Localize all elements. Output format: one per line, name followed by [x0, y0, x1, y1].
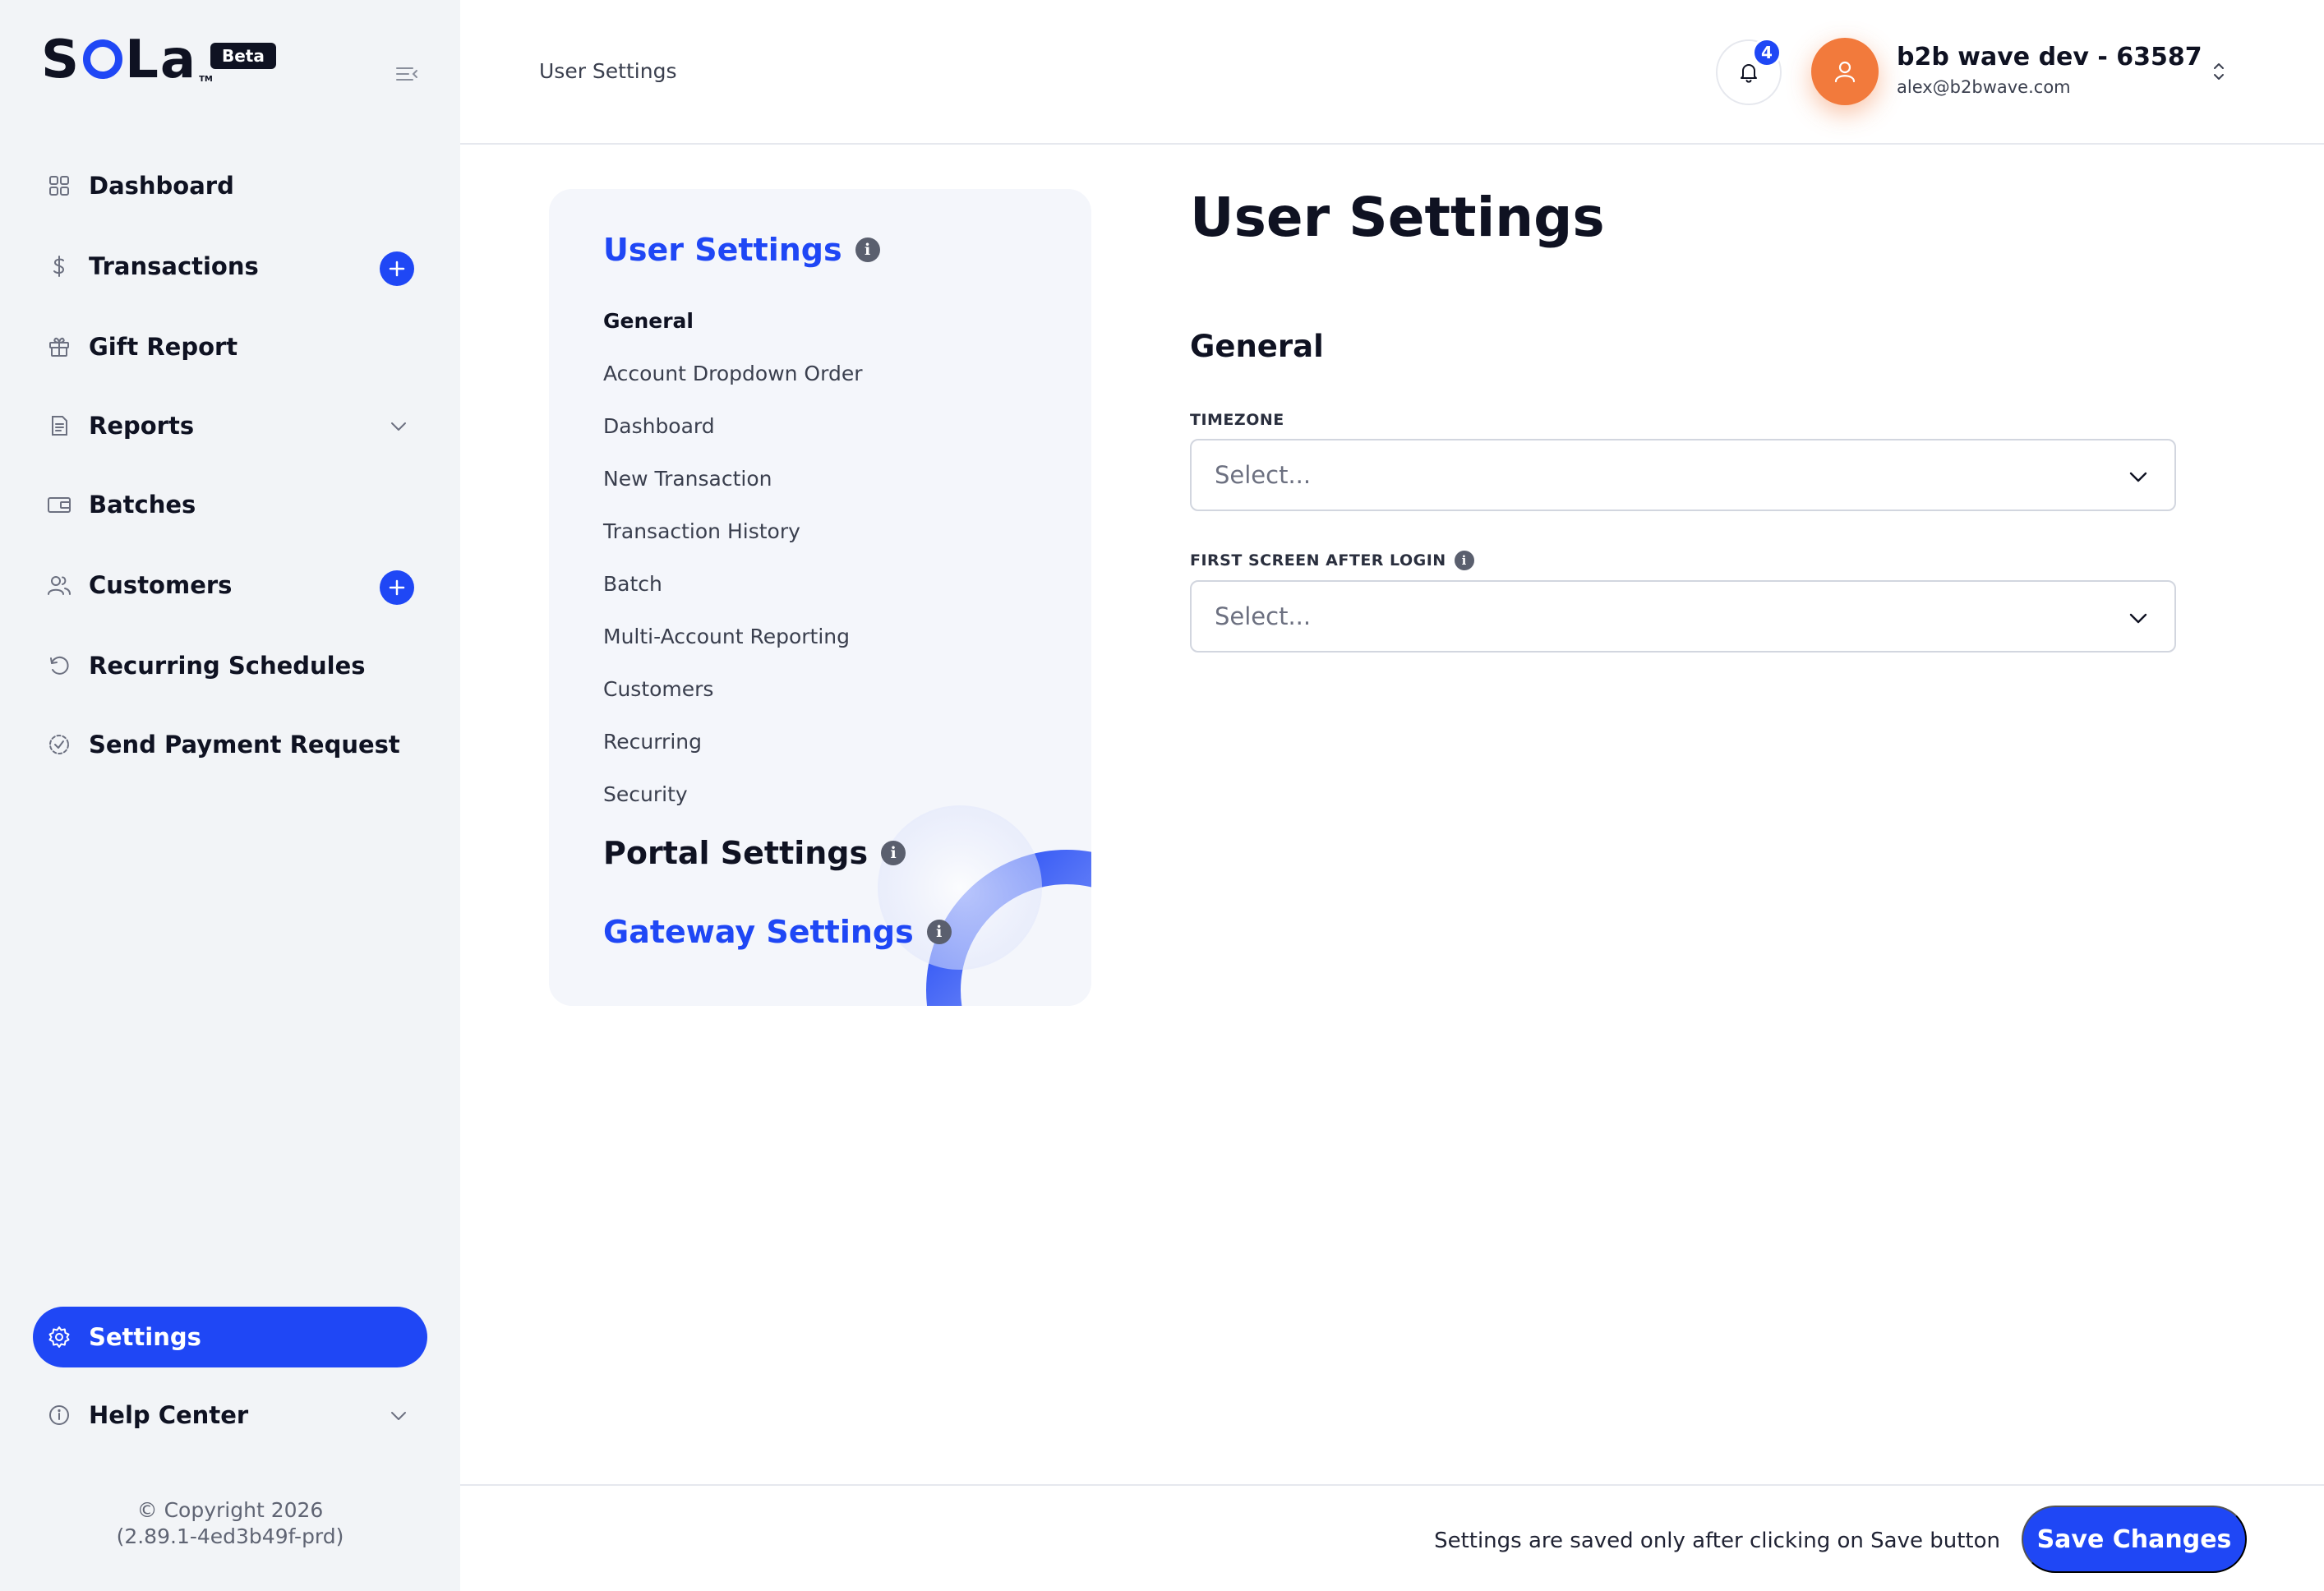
grid-icon [46, 173, 72, 199]
add-transaction-button[interactable] [380, 251, 414, 286]
plus-icon [389, 261, 405, 277]
subnav-item-account-dropdown-order[interactable]: Account Dropdown Order [603, 362, 862, 385]
add-customer-button[interactable] [380, 570, 414, 605]
subnav-item-new-transaction[interactable]: New Transaction [603, 467, 772, 491]
refresh-icon [46, 653, 72, 679]
section-title-label: Portal Settings [603, 835, 869, 871]
timezone-select[interactable]: Select... [1190, 439, 2176, 511]
sidebar-item-customers[interactable]: Customers [33, 556, 427, 615]
decorative-rings [878, 805, 1091, 1006]
account-email: alex@b2bwave.com [1897, 77, 2071, 97]
sidebar-item-help-center[interactable]: Help Center [33, 1386, 427, 1445]
sidebar-item-label: Dashboard [89, 172, 234, 200]
avatar[interactable] [1811, 38, 1879, 105]
users-icon [46, 572, 72, 598]
timezone-label: TIMEZONE [1190, 411, 1284, 429]
gateway-settings-section-link[interactable]: Gateway Settings i [603, 914, 952, 950]
chevron-down-icon[interactable] [388, 416, 409, 437]
collapse-sidebar-icon[interactable] [394, 64, 419, 84]
subnav-item-recurring[interactable]: Recurring [603, 730, 702, 754]
portal-settings-section-link[interactable]: Portal Settings i [603, 835, 906, 871]
info-icon[interactable]: i [1454, 551, 1474, 570]
save-hint-text: Settings are saved only after clicking o… [1434, 1529, 2000, 1553]
select-placeholder: Select... [1215, 602, 1312, 630]
sidebar-item-label: Customers [89, 571, 233, 599]
top-header: User Settings 4 b2b wave dev - 63587 ale… [460, 0, 2324, 145]
sidebar-item-label: Help Center [89, 1401, 249, 1429]
logo-letters-la: La [125, 30, 198, 90]
sola-logo[interactable]: S La TM [41, 31, 213, 89]
sidebar-item-label: Settings [89, 1323, 201, 1351]
footer-bar: Settings are saved only after clicking o… [460, 1484, 2324, 1591]
info-icon[interactable]: i [855, 237, 880, 262]
subnav-item-dashboard[interactable]: Dashboard [603, 414, 715, 438]
sidebar-item-batches[interactable]: Batches [33, 475, 427, 534]
account-switcher-icon[interactable] [2209, 59, 2229, 84]
dollar-icon [46, 253, 72, 279]
sidebar-item-transactions[interactable]: Transactions [33, 237, 427, 296]
subnav-item-batch[interactable]: Batch [603, 572, 662, 596]
subnav-item-customers[interactable]: Customers [603, 677, 713, 701]
info-icon[interactable]: i [926, 920, 952, 944]
sidebar-item-label: Gift Report [89, 333, 238, 361]
payment-request-icon [46, 731, 72, 758]
sidebar-item-settings[interactable]: Settings [33, 1307, 427, 1367]
info-icon[interactable]: i [881, 841, 906, 865]
section-title-label: User Settings [603, 232, 842, 268]
sidebar-item-send-payment-request[interactable]: Send Payment Request [33, 715, 427, 774]
user-settings-section-link[interactable]: User Settings i [603, 232, 880, 268]
gift-icon [46, 334, 72, 360]
logo-letter-s: S [41, 30, 81, 90]
subnav-item-general[interactable]: General [603, 309, 694, 333]
chevron-down-icon [2129, 613, 2147, 624]
subnav-item-security[interactable]: Security [603, 782, 688, 806]
breadcrumb: User Settings [539, 59, 677, 83]
logo-trademark: TM [199, 75, 213, 84]
sidebar-item-label: Reports [89, 412, 195, 440]
first-screen-select[interactable]: Select... [1190, 580, 2176, 653]
save-changes-button[interactable]: Save Changes [2022, 1506, 2247, 1573]
version-text: (2.89.1-4ed3b49f-prd) [116, 1524, 344, 1548]
subnav-item-multi-account-reporting[interactable]: Multi-Account Reporting [603, 625, 850, 648]
copyright: © Copyright 2026 (2.89.1-4ed3b49f-prd) [0, 1497, 460, 1550]
sidebar-item-dashboard[interactable]: Dashboard [33, 156, 427, 215]
sidebar: S La TM Beta Dashboard Transactions Gift… [0, 0, 460, 1591]
notification-count-badge: 4 [1752, 38, 1782, 67]
subnav-item-transaction-history[interactable]: Transaction History [603, 519, 800, 543]
account-name[interactable]: b2b wave dev - 63587 [1897, 43, 2202, 71]
field-label-text: TIMEZONE [1190, 411, 1284, 429]
page-title: User Settings [1190, 186, 1605, 249]
sidebar-item-label: Transactions [89, 252, 259, 280]
document-icon [46, 413, 72, 439]
beta-badge: Beta [210, 43, 276, 69]
sidebar-item-label: Recurring Schedules [89, 652, 366, 680]
user-icon [1834, 61, 1856, 83]
section-heading: General [1190, 329, 1324, 364]
chevron-down-icon [2129, 472, 2147, 482]
info-circle-icon [46, 1402, 72, 1428]
first-screen-label: FIRST SCREEN AFTER LOGIN i [1190, 551, 1474, 570]
sidebar-item-label: Send Payment Request [89, 731, 400, 759]
sidebar-item-reports[interactable]: Reports [33, 396, 427, 455]
copyright-text: © Copyright 2026 [136, 1498, 324, 1522]
chevron-down-icon[interactable] [388, 1405, 409, 1427]
sidebar-item-label: Batches [89, 491, 196, 519]
wallet-icon [46, 491, 72, 518]
sidebar-item-recurring-schedules[interactable]: Recurring Schedules [33, 636, 427, 695]
settings-nav-card: User Settings i General Account Dropdown… [549, 189, 1091, 1006]
select-placeholder: Select... [1215, 461, 1312, 489]
gear-icon [46, 1324, 72, 1350]
plus-icon [389, 579, 405, 596]
field-label-text: FIRST SCREEN AFTER LOGIN [1190, 551, 1446, 570]
section-title-label: Gateway Settings [603, 914, 914, 950]
logo-o-ring [83, 39, 123, 79]
sidebar-item-gift-report[interactable]: Gift Report [33, 317, 427, 376]
